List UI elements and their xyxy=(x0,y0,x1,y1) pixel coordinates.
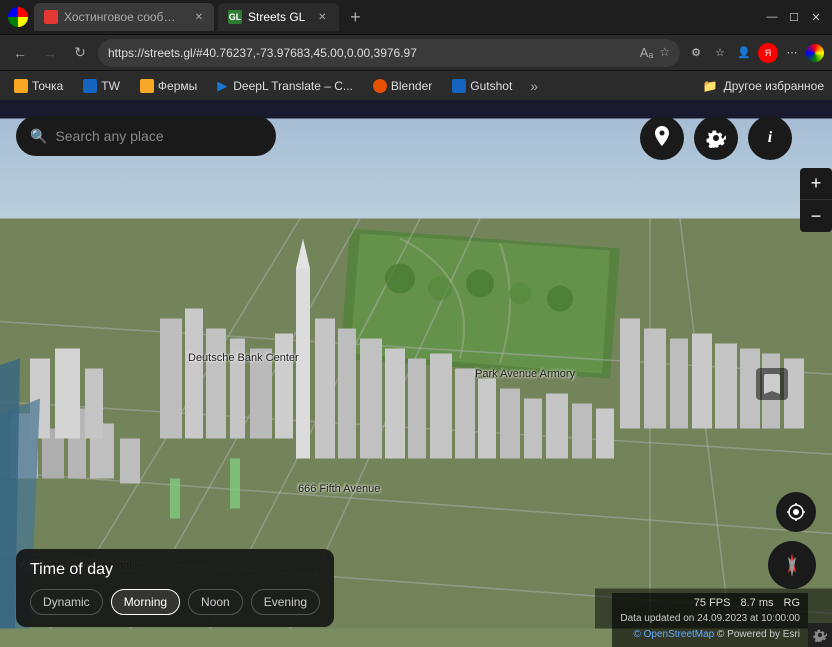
time-panel-title: Time of day xyxy=(30,561,320,579)
map-container[interactable]: 🔍 Search any place i Deutsche Bank Cente… xyxy=(0,100,832,647)
tab-bar: Хостинговое сообщество «Time... ✕ GL Str… xyxy=(34,3,758,31)
address-icons: Aₐ ☆ xyxy=(640,45,670,60)
bookmark-deepl-label: DeepL Translate – C... xyxy=(233,79,353,93)
extension-icons: ⚙ ☆ 👤 Я ⋯ xyxy=(686,43,824,63)
new-tab-button[interactable]: + xyxy=(343,5,367,29)
time-of-day-panel: Time of day Dynamic Morning Noon Evening xyxy=(16,549,334,627)
nav-bar: ← → ↻ https://streets.gl/#40.76237,-73.9… xyxy=(0,34,832,70)
minimize-button[interactable]: — xyxy=(764,9,780,25)
ext-yandex-icon[interactable]: Я xyxy=(758,43,778,63)
esri-attribution: © Powered by Esri xyxy=(717,629,800,640)
bookmark-gutshot[interactable]: Gutshot xyxy=(446,77,518,95)
bookmark-tw-icon xyxy=(83,79,97,93)
bottom-gear-button[interactable] xyxy=(808,623,832,647)
rg-value: RG xyxy=(784,597,801,609)
bookmark-deepl[interactable]: ▶ DeepL Translate – C... xyxy=(211,76,359,96)
status-data-updated: Data updated on 24.09.2023 at 10:00:00 ©… xyxy=(620,611,800,643)
ext-more-icon[interactable]: ⋯ xyxy=(782,43,802,63)
ms-value: 8.7 ms xyxy=(740,597,773,609)
bookmark-tw[interactable]: TW xyxy=(77,77,126,95)
zoom-out-button[interactable]: − xyxy=(800,200,832,232)
time-btn-evening[interactable]: Evening xyxy=(251,589,320,615)
search-icon: 🔍 xyxy=(30,128,47,145)
location-pin-button[interactable] xyxy=(640,116,684,160)
compass[interactable] xyxy=(768,541,816,589)
search-bar[interactable]: 🔍 Search any place xyxy=(16,116,276,156)
bookmark-tw-label: TW xyxy=(101,79,120,93)
bookmarks-right: 📁 Другое избранное xyxy=(703,79,824,93)
bookmark-tochka-label: Точка xyxy=(32,79,63,93)
zoom-buttons: + − xyxy=(800,168,832,232)
map-bookmark-icon[interactable] xyxy=(756,368,788,400)
bookmark-tochka-icon xyxy=(14,79,28,93)
label-park-ave: Park Avenue Armory xyxy=(475,368,575,380)
bookmark-fermy-icon xyxy=(140,79,154,93)
settings-button[interactable] xyxy=(694,116,738,160)
openstreetmap-link[interactable]: © OpenStreetMap xyxy=(634,629,715,640)
label-deutsche: Deutsche Bank Center xyxy=(188,352,299,364)
forward-button[interactable]: → xyxy=(38,41,62,65)
tab-hosting[interactable]: Хостинговое сообщество «Time... ✕ xyxy=(34,3,214,31)
bookmark-gutshot-icon xyxy=(452,79,466,93)
zoom-in-button[interactable]: + xyxy=(800,168,832,200)
bookmark-blender-icon xyxy=(373,79,387,93)
refresh-button[interactable]: ↻ xyxy=(68,41,92,65)
browser-frame: Хостинговое сообщество «Time... ✕ GL Str… xyxy=(0,0,832,647)
tab-streets[interactable]: GL Streets GL ✕ xyxy=(218,3,339,31)
translate-icon[interactable]: Aₐ xyxy=(640,45,654,60)
browser-logo-icon xyxy=(8,7,28,27)
back-button[interactable]: ← xyxy=(8,41,32,65)
ext-star-icon[interactable]: ☆ xyxy=(710,43,730,63)
gps-button[interactable] xyxy=(776,492,816,532)
bookmarks-bar: Точка TW Фермы ▶ DeepL Translate – C... … xyxy=(0,70,832,100)
search-placeholder: Search any place xyxy=(55,128,163,144)
bookmark-deepl-arrow-icon: ▶ xyxy=(217,78,227,94)
fps-value: 75 FPS xyxy=(694,597,731,609)
bookmarks-more-button[interactable]: » xyxy=(526,78,542,94)
tab-close-hosting[interactable]: ✕ xyxy=(194,10,204,24)
label-fifth-ave: 666 Fifth Avenue xyxy=(298,483,380,495)
bookmark-star-icon[interactable]: ☆ xyxy=(659,45,670,60)
other-bookmarks-label[interactable]: Другое избранное xyxy=(724,79,824,93)
ext-settings-icon[interactable]: ⚙ xyxy=(686,43,706,63)
fps-row: 75 FPS 8.7 ms RG xyxy=(620,597,800,609)
tab-favicon-hosting xyxy=(44,10,58,24)
tab-label-hosting: Хостинговое сообщество «Time... xyxy=(64,10,184,24)
title-bar: Хостинговое сообщество «Time... ✕ GL Str… xyxy=(0,0,832,34)
address-text: https://streets.gl/#40.76237,-73.97683,4… xyxy=(108,46,634,60)
top-right-buttons: i xyxy=(640,116,792,160)
tab-close-streets[interactable]: ✕ xyxy=(315,10,329,24)
maximize-button[interactable]: ☐ xyxy=(786,9,802,25)
info-button[interactable]: i xyxy=(748,116,792,160)
window-controls: — ☐ ✕ xyxy=(764,9,824,25)
folder-icon: 📁 xyxy=(703,79,718,93)
status-bar: 75 FPS 8.7 ms RG Data updated on 24.09.2… xyxy=(612,593,808,647)
bookmark-fermy-label: Фермы xyxy=(158,79,197,93)
bookmark-blender-label: Blender xyxy=(391,79,432,93)
ext-color-icon[interactable] xyxy=(806,44,824,62)
bookmark-blender[interactable]: Blender xyxy=(367,77,438,95)
tab-label-streets: Streets GL xyxy=(248,10,305,24)
bookmark-fermy[interactable]: Фермы xyxy=(134,77,203,95)
close-button[interactable]: ✕ xyxy=(808,9,824,25)
address-bar[interactable]: https://streets.gl/#40.76237,-73.97683,4… xyxy=(98,39,680,67)
time-btn-noon[interactable]: Noon xyxy=(188,589,243,615)
time-btn-morning[interactable]: Morning xyxy=(111,589,180,615)
bookmark-gutshot-label: Gutshot xyxy=(470,79,512,93)
tab-favicon-streets: GL xyxy=(228,10,242,24)
bookmark-tochka[interactable]: Точка xyxy=(8,77,69,95)
time-btn-dynamic[interactable]: Dynamic xyxy=(30,589,103,615)
ext-profile-icon[interactable]: 👤 xyxy=(734,43,754,63)
time-buttons: Dynamic Morning Noon Evening xyxy=(30,589,320,615)
